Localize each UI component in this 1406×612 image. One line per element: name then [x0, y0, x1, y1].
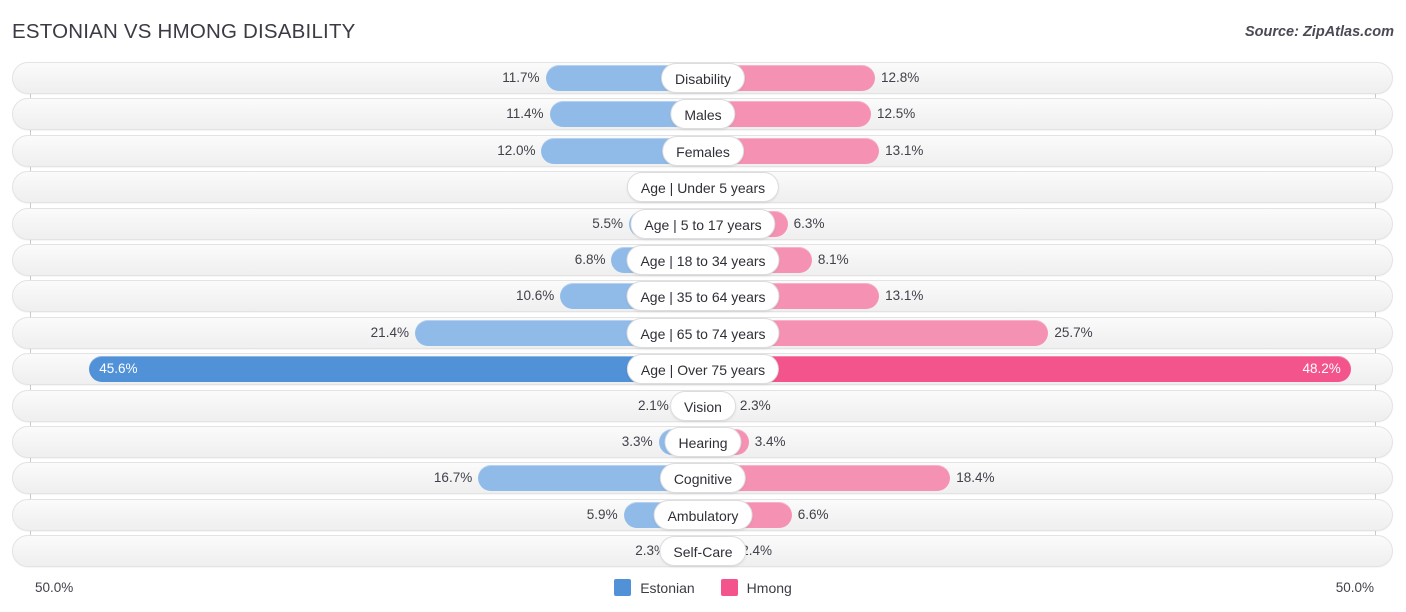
value-label-hmong: 13.1%	[885, 288, 924, 304]
category-label: Age | 35 to 64 years	[626, 281, 780, 312]
category-label: Self-Care	[659, 536, 747, 567]
legend-item: Hmong	[720, 579, 792, 596]
legend-item: Estonian	[614, 579, 695, 596]
chart-legend: Estonian Hmong	[0, 579, 1406, 596]
category-label: Age | 18 to 34 years	[626, 244, 780, 275]
category-label: Age | Under 5 years	[626, 172, 780, 203]
value-label-hmong: 6.6%	[797, 506, 829, 522]
chart-row: 1.5%1.1%Age | Under 5 years	[0, 171, 1406, 204]
category-label: Age | 65 to 74 years	[626, 317, 780, 348]
category-label: Females	[662, 135, 744, 166]
page-title: ESTONIAN VS HMONG DISABILITY	[12, 20, 356, 43]
chart-row: 16.7% 18.4% Cognitive	[0, 462, 1406, 495]
chart-row: 21.4% 25.7% Age | 65 to 74 years	[0, 316, 1406, 349]
chart-plot-area: 11.7% 12.8% Disability 11.4% 12.5% Males 12.0%…	[0, 62, 1406, 572]
chart-row: 11.7% 12.8% Disability	[0, 62, 1406, 94]
legend-label: Estonian	[640, 579, 695, 596]
chart-header: ESTONIAN VS HMONG DISABILITY Source: Zip…	[0, 0, 1406, 58]
category-label: Hearing	[664, 426, 742, 457]
chart-row: 10.6% 13.1% Age | 35 to 64 years	[0, 280, 1406, 313]
category-label: Males	[670, 99, 736, 130]
category-label: Vision	[670, 390, 736, 421]
value-label-estonian: 2.1%	[637, 397, 669, 413]
value-label-hmong: 48.2%	[1302, 361, 1341, 377]
chart-row: 3.3% 3.4% Hearing	[0, 425, 1406, 458]
value-label-hmong: 6.3%	[793, 215, 825, 231]
chart-row: 5.5% 6.3% Age | 5 to 17 years	[0, 207, 1406, 240]
chart-row: 6.8% 8.1% Age | 18 to 34 years	[0, 243, 1406, 276]
chart-row: 45.6% 48.2% Age | Over 75 years	[0, 353, 1406, 386]
chart-row: 12.0% 13.1% Females	[0, 134, 1406, 167]
chart-row: 11.4% 12.5% Males	[0, 98, 1406, 131]
legend-swatch-icon	[614, 579, 632, 596]
value-label-hmong: 8.1%	[817, 251, 849, 267]
chart-page: ESTONIAN VS HMONG DISABILITY Source: Zip…	[0, 0, 1406, 612]
value-label-estonian: 45.6%	[99, 361, 138, 377]
value-label-estonian: 11.7%	[502, 70, 540, 85]
value-label-hmong: 12.5%	[877, 106, 916, 122]
value-label-hmong: 13.1%	[885, 142, 924, 158]
chart-footer: 50.0% 50.0% Estonian Hmong	[0, 574, 1406, 612]
legend-swatch-icon	[720, 579, 738, 596]
category-label: Age | 5 to 17 years	[630, 208, 776, 239]
value-label-hmong: 25.7%	[1054, 324, 1093, 340]
source-attribution: Source: ZipAtlas.com	[1244, 24, 1394, 40]
chart-row: 2.1% 2.3% Vision	[0, 389, 1406, 422]
value-label-hmong: 3.4%	[754, 433, 786, 449]
value-label-hmong: 18.4%	[956, 470, 995, 486]
value-label-estonian: 2.3%	[635, 543, 667, 559]
category-label: Ambulatory	[653, 499, 753, 530]
value-label-estonian: 11.4%	[506, 106, 544, 122]
value-label-estonian: 5.9%	[586, 506, 618, 522]
chart-row: 5.9% 6.6% Ambulatory	[0, 498, 1406, 531]
category-label: Cognitive	[659, 463, 747, 494]
value-label-estonian: 5.5%	[592, 215, 623, 231]
category-label: Age | Over 75 years	[626, 354, 780, 385]
value-label-estonian: 3.3%	[621, 433, 653, 449]
value-label-hmong: 2.3%	[739, 397, 771, 413]
value-label-estonian: 10.6%	[516, 288, 555, 304]
value-label-estonian: 21.4%	[370, 324, 409, 340]
category-label: Disability	[660, 63, 746, 93]
chart-rows: 11.7% 12.8% Disability 11.4% 12.5% Males 12.0%…	[0, 62, 1406, 571]
chart-row: 2.3% 2.4% Self-Care	[0, 535, 1406, 568]
legend-label: Hmong	[746, 579, 792, 596]
value-label-estonian: 6.8%	[574, 251, 606, 267]
value-label-estonian: 12.0%	[497, 142, 536, 158]
value-label-estonian: 16.7%	[433, 470, 473, 486]
value-label-hmong: 2.4%	[741, 543, 773, 559]
value-label-hmong: 12.8%	[881, 70, 920, 85]
